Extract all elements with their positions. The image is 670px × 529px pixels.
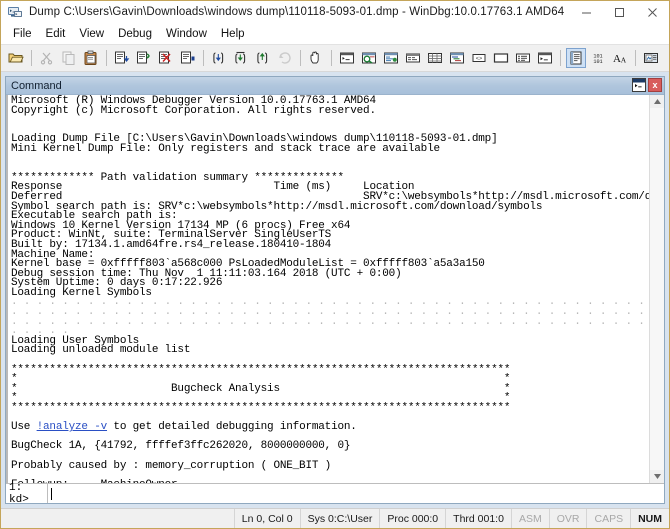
- break-icon[interactable]: [306, 48, 326, 68]
- call-stack-window-icon[interactable]: [447, 48, 467, 68]
- svg-text:A: A: [621, 56, 627, 65]
- command-restore-button[interactable]: [632, 78, 646, 92]
- open-dump-icon[interactable]: [6, 48, 26, 68]
- toolbar-separator: [331, 50, 332, 66]
- command-browser-icon[interactable]: [535, 48, 555, 68]
- command-prompt-label: 1: kd>: [6, 482, 48, 506]
- text-caret: [51, 487, 52, 500]
- scroll-track[interactable]: [650, 108, 664, 470]
- maximize-button[interactable]: [603, 1, 636, 23]
- processes-threads-icon[interactable]: [513, 48, 533, 68]
- stop-debugging-icon[interactable]: [156, 48, 176, 68]
- console-output-pane[interactable]: Microsoft (R) Windows Debugger Version 1…: [6, 95, 649, 483]
- status-sys: Sys 0:C:\User: [299, 509, 380, 528]
- svg-text:101: 101: [593, 59, 602, 65]
- scratch-pad-icon[interactable]: [491, 48, 511, 68]
- menu-window[interactable]: Window: [159, 26, 214, 42]
- windbg-main-window: Dump C:\Users\Gavin\Downloads\windows du…: [0, 0, 670, 529]
- menu-file[interactable]: File: [6, 26, 39, 42]
- status-num: NUM: [630, 509, 669, 528]
- command-window: Command x Microsoft (R) Windows Debugger…: [5, 76, 665, 506]
- command-input[interactable]: [48, 484, 664, 503]
- scroll-down-arrow[interactable]: [650, 470, 664, 483]
- toolbar-separator: [106, 50, 107, 66]
- status-line-col: Ln 0, Col 0: [233, 509, 300, 528]
- step-out-icon[interactable]: [253, 48, 273, 68]
- locals-window-icon[interactable]: [381, 48, 401, 68]
- window-title: Dump C:\Users\Gavin\Downloads\windows du…: [29, 6, 565, 18]
- step-over-source-icon[interactable]: [134, 48, 154, 68]
- step-into-icon[interactable]: [209, 48, 229, 68]
- status-asm: ASM: [510, 509, 549, 528]
- command-window-body: Microsoft (R) Windows Debugger Version 1…: [6, 95, 664, 483]
- command-window-titlebar: Command x: [6, 77, 664, 95]
- status-message: [1, 509, 234, 528]
- command-window-icon[interactable]: [337, 48, 357, 68]
- title-bar: Dump C:\Users\Gavin\Downloads\windows du…: [1, 1, 669, 23]
- menu-bar: File Edit View Debug Window Help: [1, 23, 669, 44]
- console-output-text: Microsoft (R) Windows Debugger Version 1…: [11, 95, 649, 483]
- svg-text:<>: <>: [476, 56, 482, 62]
- toolbar: <> 101 101 A A: [1, 44, 669, 72]
- paste-icon[interactable]: [81, 48, 101, 68]
- restart-icon: [275, 48, 295, 68]
- options-icon[interactable]: [641, 48, 661, 68]
- disassembly-window-icon[interactable]: <>: [469, 48, 489, 68]
- toolbar-separator: [635, 50, 636, 66]
- minimize-button[interactable]: [570, 1, 603, 23]
- registers-window-icon[interactable]: [403, 48, 423, 68]
- command-close-button[interactable]: x: [648, 78, 662, 92]
- console-vertical-scrollbar[interactable]: [649, 95, 664, 483]
- close-button[interactable]: [636, 1, 669, 23]
- mdi-client-area: Command x Microsoft (R) Windows Debugger…: [1, 72, 669, 508]
- status-proc: Proc 000:0: [379, 509, 445, 528]
- menu-help[interactable]: Help: [214, 26, 252, 42]
- windbg-app-icon: [7, 4, 23, 20]
- cut-icon: [37, 48, 57, 68]
- status-bar: Ln 0, Col 0 Sys 0:C:\User Proc 000:0 Thr…: [1, 508, 669, 528]
- command-window-controls: x: [632, 78, 662, 92]
- menu-debug[interactable]: Debug: [111, 26, 159, 42]
- menu-edit[interactable]: Edit: [39, 26, 73, 42]
- toolbar-separator: [203, 50, 204, 66]
- font-icon[interactable]: AA: [610, 48, 630, 68]
- command-window-title: Command: [11, 79, 62, 92]
- window-controls: [570, 1, 669, 23]
- scroll-up-arrow[interactable]: [650, 95, 664, 108]
- toolbar-separator: [31, 50, 32, 66]
- step-over-icon[interactable]: [231, 48, 251, 68]
- status-ovr: OVR: [548, 509, 587, 528]
- status-thrd: Thrd 001:0: [445, 509, 511, 528]
- analyze-command-link[interactable]: !analyze -v: [37, 421, 108, 433]
- command-input-row: 1: kd>: [6, 482, 664, 506]
- numeric-base-icon[interactable]: 101 101: [588, 48, 608, 68]
- run-to-cursor-icon[interactable]: [178, 48, 198, 68]
- toolbar-separator: [560, 50, 561, 66]
- step-into-source-icon[interactable]: [112, 48, 132, 68]
- status-caps: CAPS: [586, 509, 630, 528]
- memory-window-icon[interactable]: [425, 48, 445, 68]
- watch-window-icon[interactable]: [359, 48, 379, 68]
- copy-icon: [59, 48, 79, 68]
- menu-view[interactable]: View: [72, 26, 111, 42]
- source-mode-icon[interactable]: [566, 48, 586, 68]
- toolbar-separator: [300, 50, 301, 66]
